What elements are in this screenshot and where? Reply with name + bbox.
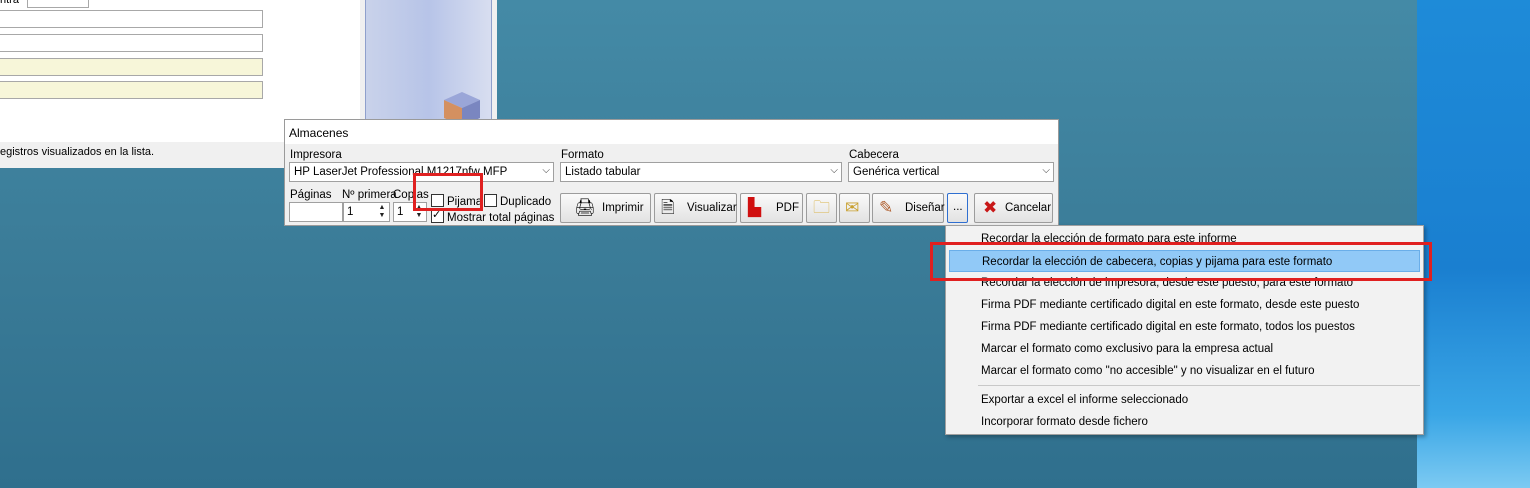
pdf-icon: ▙	[748, 198, 762, 217]
chevron-down-icon: ⌵	[1042, 165, 1050, 176]
format-label: Formato	[561, 149, 604, 161]
pdf-button[interactable]: ▙ PDF	[740, 193, 803, 223]
partial-field[interactable]	[27, 0, 89, 8]
header-select[interactable]: Genérica vertical ⌵	[848, 162, 1054, 182]
checkbox-box[interactable]	[431, 208, 444, 223]
status-text: egistros visualizados en la lista.	[0, 146, 155, 158]
imprimir-button[interactable]: 🖨 Imprimir	[560, 193, 651, 223]
menu-item-export-excel[interactable]: Exportar a excel el informe seleccionado	[949, 389, 1420, 411]
printer-icon: 🖨	[574, 198, 596, 217]
folder-icon: 🗀	[813, 198, 830, 217]
envelope-icon: ✉	[845, 198, 860, 217]
menu-item-mark-not-accessible[interactable]: Marcar el formato como "no accesible" y …	[949, 360, 1420, 382]
dialog-title: Almacenes	[289, 126, 349, 140]
chevron-down-icon: ⌵	[830, 165, 838, 176]
header-value: Genérica vertical	[853, 166, 940, 178]
form-field-3[interactable]	[0, 58, 263, 76]
annotation-highlight-pijama	[413, 173, 483, 211]
open-folder-button[interactable]: 🗀	[806, 193, 837, 223]
format-value: Listado tabular	[565, 166, 641, 178]
mostrar-total-checkbox[interactable]: Mostrar total páginas	[431, 208, 555, 224]
desktop-right-strip	[1417, 0, 1530, 488]
form-field-4[interactable]	[0, 81, 263, 99]
first-number-value: 1	[347, 206, 354, 218]
dialog-title-bar: Almacenes	[285, 120, 1058, 144]
close-icon: ✖	[983, 198, 998, 217]
menu-item-mark-exclusive[interactable]: Marcar el formato como exclusivo para la…	[949, 338, 1420, 360]
disenar-button[interactable]: ✎ Diseñar	[872, 193, 945, 223]
chevron-down-icon: ⌵	[542, 165, 550, 176]
preview-icon: 🗎	[661, 198, 675, 217]
mostrar-total-label: Mostrar total páginas	[447, 212, 555, 224]
duplicado-label: Duplicado	[500, 196, 552, 208]
annotation-highlight-menu-item	[930, 242, 1432, 281]
menu-separator	[978, 385, 1420, 386]
print-dialog: Almacenes Impresora HP LaserJet Professi…	[284, 119, 1059, 226]
spin-arrows-icon[interactable]: ▲ ▼	[376, 204, 388, 220]
more-options-button[interactable]: ...	[947, 193, 968, 223]
menu-item-pdf-sign-all-stations[interactable]: Firma PDF mediante certificado digital e…	[949, 316, 1420, 338]
email-button[interactable]: ✉	[839, 193, 870, 223]
partial-label: ntra	[0, 0, 19, 6]
copies-value: 1	[397, 206, 404, 218]
printer-label: Impresora	[290, 149, 342, 161]
first-number-label: Nº primera	[342, 189, 397, 201]
checkbox-box[interactable]	[484, 194, 497, 207]
menu-item-import-format[interactable]: Incorporar formato desde fichero	[949, 411, 1420, 433]
cancelar-button[interactable]: ✖ Cancelar	[974, 193, 1053, 223]
visualizar-button[interactable]: 🗎 Visualizar	[654, 193, 737, 223]
pages-input[interactable]	[289, 202, 343, 222]
first-number-stepper[interactable]: 1 ▲ ▼	[343, 202, 390, 222]
menu-item-pdf-sign-this-station[interactable]: Firma PDF mediante certificado digital e…	[949, 294, 1420, 316]
format-select[interactable]: Listado tabular ⌵	[560, 162, 842, 182]
form-field-2[interactable]	[0, 34, 263, 52]
design-icon: ✎	[879, 198, 894, 217]
pages-label: Páginas	[290, 189, 332, 201]
duplicado-checkbox[interactable]: Duplicado	[484, 194, 551, 208]
form-field-1[interactable]	[0, 10, 263, 28]
header-label: Cabecera	[849, 149, 899, 161]
